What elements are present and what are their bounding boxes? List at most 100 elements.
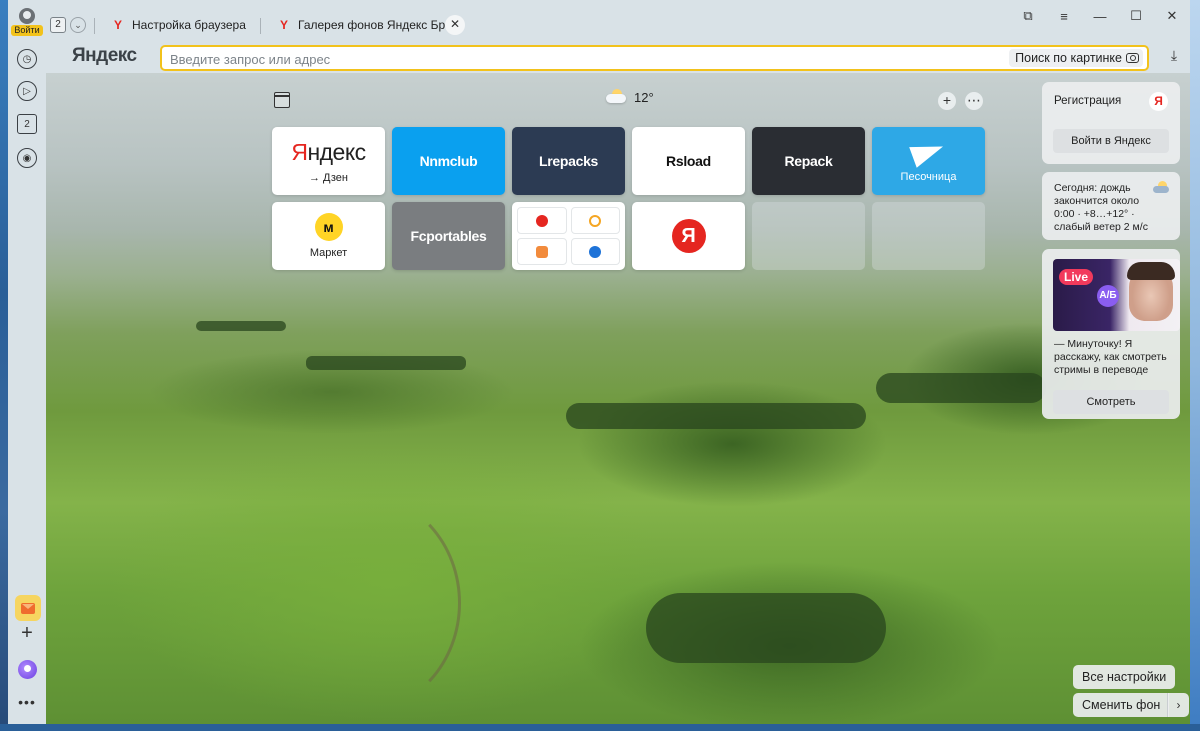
service-mail <box>517 238 567 265</box>
mail-button[interactable] <box>15 595 41 621</box>
yandex-logo-first-letter: Я <box>291 138 308 165</box>
image-search-button[interactable]: Поиск по картинке <box>1009 49 1143 67</box>
chevron-right-icon[interactable]: › <box>1167 693 1189 717</box>
all-settings-button[interactable]: Все настройки <box>1073 665 1176 689</box>
mail-mini-icon <box>535 245 548 258</box>
tile-nnmclub[interactable]: Nnmclub <box>392 127 505 195</box>
yandex-favicon-icon: Y <box>279 18 288 32</box>
download-icon[interactable]: ⤓ <box>1166 47 1182 67</box>
history-icon[interactable]: ◷ <box>17 49 37 69</box>
tab-separator <box>260 18 261 34</box>
registration-title: Регистрация <box>1054 95 1122 107</box>
add-tile-button[interactable]: + <box>938 92 956 110</box>
presenter-image <box>1127 262 1175 321</box>
tabs-count-icon[interactable]: 2 <box>17 114 37 134</box>
alice-icon[interactable] <box>18 660 37 679</box>
disk-mini-icon <box>589 245 602 258</box>
yandex-badge-icon: Я <box>1149 92 1168 111</box>
login-yandex-button[interactable]: Войти в Яндекс <box>1053 129 1169 153</box>
stream-thumbnail[interactable]: Live A/Б <box>1053 259 1180 331</box>
screenshot-icon[interactable]: ◉ <box>17 148 37 168</box>
tile-sandbox[interactable]: Песочница <box>872 127 985 195</box>
yandex-favicon-icon: Y <box>113 18 122 32</box>
stream-description: — Минуточку! Я расскажу, как смотреть ст… <box>1054 338 1167 376</box>
tile-subtitle: → Дзен <box>309 171 348 184</box>
live-badge: Live <box>1059 269 1094 285</box>
tile-subtitle: Маркет <box>309 247 348 259</box>
close-window-icon[interactable]: ✕ <box>1154 6 1190 26</box>
tile-yandex-circle[interactable]: Я <box>632 202 745 270</box>
camera-icon <box>1126 53 1139 63</box>
avatar-icon <box>19 8 35 24</box>
tile-empty[interactable] <box>872 202 985 270</box>
desktop-edge-left <box>0 0 8 731</box>
services-grid <box>517 207 620 265</box>
menu-icon[interactable]: ≡ <box>1046 6 1082 26</box>
tile-market[interactable]: м Маркет <box>272 202 385 270</box>
maximize-icon[interactable]: ☐ <box>1118 6 1154 26</box>
weather-temperature: 12° <box>634 89 654 105</box>
sidebar-more-icon[interactable]: ••• <box>17 694 37 710</box>
tile-label: Fcportables <box>410 228 487 244</box>
tab-separator <box>94 18 95 34</box>
image-search-label: Поиск по картинке <box>1015 51 1122 65</box>
profile-button[interactable]: Войти <box>11 8 43 38</box>
yandex-mini-icon <box>535 214 548 227</box>
tile-lrepacks[interactable]: Lrepacks <box>512 127 625 195</box>
service-yandex <box>517 207 567 234</box>
tabs-view-icon[interactable] <box>274 92 290 108</box>
dirt-path <box>261 493 461 713</box>
watch-button[interactable]: Смотреть <box>1053 390 1169 414</box>
yandex-brand-logo[interactable]: Яндекс <box>72 45 137 67</box>
market-icon: м <box>314 213 343 241</box>
yandex-logo-rest: ндекс <box>307 138 366 165</box>
tile-yandex[interactable]: Яндекс → Дзен <box>272 127 385 195</box>
tree-line <box>306 356 466 370</box>
tile-label: Repack <box>784 153 833 169</box>
tab-title: Галерея фонов Яндекс Бр <box>298 18 446 32</box>
tab-gallery[interactable]: Y Галерея фонов Яндекс Бр <box>278 12 445 38</box>
browser-window: Войти 2 ⌄ Y Настройка браузера Y Галерея… <box>8 0 1190 724</box>
weather-summary[interactable]: 12° <box>606 89 654 105</box>
sidebar: ◷ ▷ 2 ◉ + ••• <box>8 44 46 724</box>
titlebar: Войти 2 ⌄ Y Настройка браузера Y Галерея… <box>8 0 1190 44</box>
tile-label: Nnmclub <box>419 153 478 169</box>
address-bar[interactable]: Поиск по картинке <box>160 45 1149 71</box>
yandex-logo: Яндекс <box>291 138 366 166</box>
stream-card: Live A/Б — Минуточку! Я расскажу, как см… <box>1042 249 1180 419</box>
login-label: Войти <box>11 25 43 36</box>
desktop-edge-bottom <box>0 724 1200 731</box>
more-options-button[interactable]: ⋯ <box>965 92 983 110</box>
play-icon[interactable]: ▷ <box>17 81 37 101</box>
collections-icon[interactable]: ⧉ <box>1010 6 1046 26</box>
translate-badge-icon: A/Б <box>1097 285 1119 307</box>
zen-mini-icon <box>589 214 602 227</box>
tile-rsload[interactable]: Rsload <box>632 127 745 195</box>
weather-rain-icon <box>1153 181 1171 195</box>
tile-repack[interactable]: Repack <box>752 127 865 195</box>
tile-services-group[interactable] <box>512 202 625 270</box>
tab-title: Настройка браузера <box>132 18 246 32</box>
add-panel-button[interactable]: + <box>17 623 37 644</box>
tile-label: Rsload <box>666 153 711 169</box>
minimize-icon[interactable]: — <box>1082 6 1118 26</box>
mail-icon <box>21 602 35 614</box>
tile-fcportables[interactable]: Fcportables <box>392 202 505 270</box>
chevron-down-icon[interactable]: ⌄ <box>70 17 86 33</box>
desktop-edge-right <box>1190 0 1200 731</box>
weather-forecast-text: Сегодня: дождь закончится около 0:00 · +… <box>1054 182 1148 233</box>
service-zen <box>570 207 620 234</box>
window-controls: ⧉ ≡ — ☐ ✕ <box>1010 6 1190 26</box>
address-input[interactable] <box>170 51 970 67</box>
tab-count-badge: 2 <box>50 17 66 33</box>
telegram-icon <box>912 139 946 165</box>
change-background-button[interactable]: Сменить фон <box>1073 693 1170 717</box>
tab-counter[interactable]: 2 ⌄ <box>50 16 86 34</box>
close-tab-icon[interactable]: ✕ <box>445 15 465 35</box>
registration-card: Регистрация Я Войти в Яндекс <box>1042 82 1180 164</box>
service-disk <box>570 238 620 265</box>
tab-settings[interactable]: Y Настройка браузера <box>112 12 246 38</box>
tree-line <box>196 321 286 331</box>
tile-empty[interactable] <box>752 202 865 270</box>
weather-card[interactable]: Сегодня: дождь закончится около 0:00 · +… <box>1042 172 1180 240</box>
